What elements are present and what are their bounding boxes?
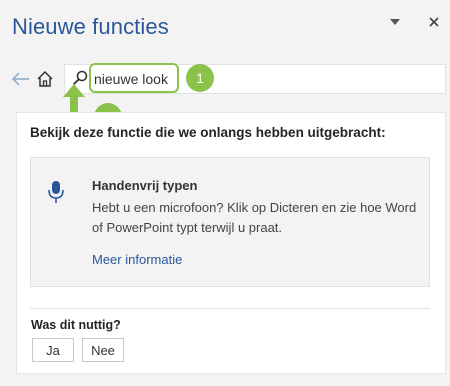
home-icon [37,70,53,87]
search-input[interactable] [94,69,394,89]
feature-description: Hebt u een microfoon? Klik op Dicteren e… [92,200,417,235]
feedback-yes-button[interactable]: Ja [32,338,74,362]
task-options-button[interactable] [386,12,404,32]
feedback-question: Was dit nuttig? [31,318,121,332]
caret-down-icon [390,19,400,25]
divider [30,308,430,309]
back-arrow-icon [12,72,29,86]
feedback-no-button[interactable]: Nee [82,338,124,362]
callout-badge-1: 1 [186,64,214,92]
back-button[interactable] [10,68,32,90]
pane-title: Nieuwe functies [12,14,169,39]
microphone-icon [48,180,64,204]
close-icon [429,17,439,27]
more-info-link[interactable]: Meer informatie [92,252,182,267]
feature-title: Handenvrij typen [92,178,198,193]
close-pane-button[interactable] [424,12,444,32]
home-button[interactable] [34,68,56,90]
card-heading: Bekijk deze functie die we onlangs hebbe… [30,125,386,140]
